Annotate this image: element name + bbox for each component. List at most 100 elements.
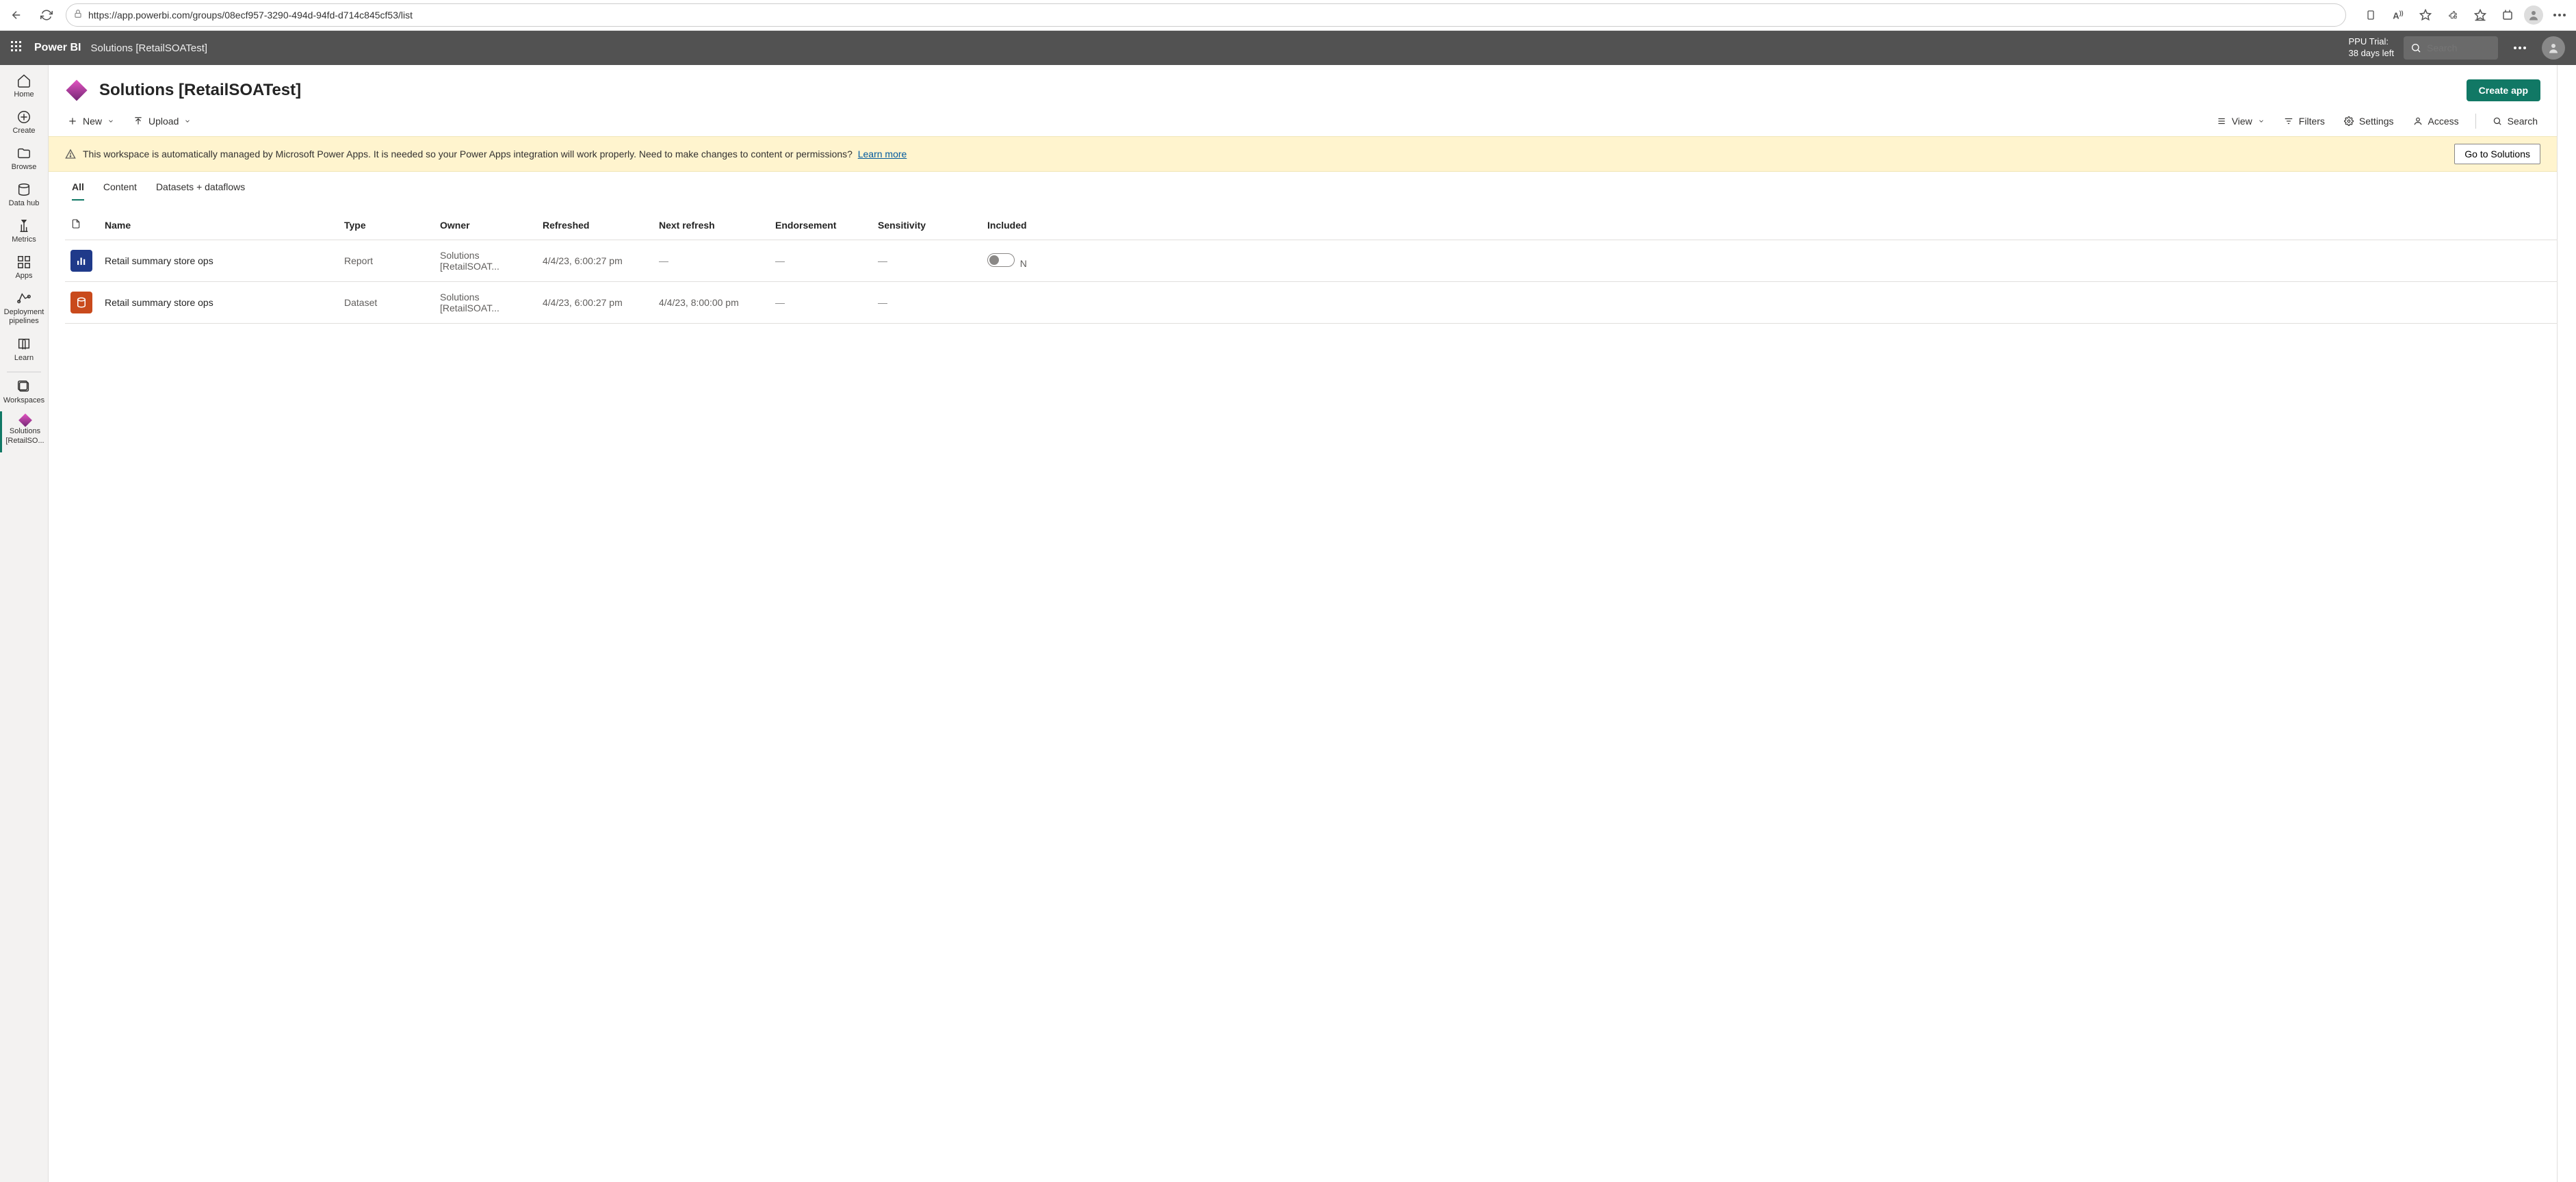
more-options-icon[interactable] xyxy=(2508,36,2532,60)
cell-sensitivity: — xyxy=(872,282,982,324)
col-name[interactable]: Name xyxy=(99,210,339,240)
go-to-solutions-button[interactable]: Go to Solutions xyxy=(2454,144,2540,164)
url-input[interactable] xyxy=(88,10,2339,21)
workspace-icon xyxy=(18,413,32,427)
extensions-icon[interactable] xyxy=(2442,4,2464,26)
profile-avatar[interactable] xyxy=(2524,5,2543,25)
learn-more-link[interactable]: Learn more xyxy=(858,149,907,159)
main-content: Solutions [RetailSOATest] Create app New… xyxy=(49,65,2557,1182)
nav-current-workspace[interactable]: Solutions [RetailSO... xyxy=(0,411,48,452)
col-owner[interactable]: Owner xyxy=(434,210,537,240)
warning-icon xyxy=(65,149,76,159)
col-next-refresh[interactable]: Next refresh xyxy=(653,210,770,240)
page-title: Solutions [RetailSOATest] xyxy=(99,81,301,100)
nav-apps[interactable]: Apps xyxy=(0,250,48,287)
url-bar[interactable] xyxy=(66,3,2346,27)
upload-button[interactable]: Upload xyxy=(131,113,194,129)
nav-metrics[interactable]: Metrics xyxy=(0,214,48,250)
cell-endorsement: — xyxy=(770,240,872,282)
nav-workspaces[interactable]: Workspaces xyxy=(0,375,48,411)
nav-data-hub[interactable]: Data hub xyxy=(0,178,48,214)
nav-create-label: Create xyxy=(12,127,35,135)
file-icon xyxy=(70,218,81,229)
more-icon[interactable] xyxy=(2549,4,2571,26)
global-search-input[interactable] xyxy=(2427,42,2482,53)
nav-apps-label: Apps xyxy=(15,272,32,280)
nav-deployment-pipelines[interactable]: Deployment pipelines xyxy=(0,287,48,333)
trial-status: PPU Trial: 38 days left xyxy=(2349,36,2395,60)
favorites-icon[interactable] xyxy=(2469,4,2491,26)
search-button[interactable]: Search xyxy=(2490,113,2540,129)
search-icon xyxy=(2410,42,2421,53)
right-sidebar-collapsed xyxy=(2557,65,2576,1182)
item-type-icon xyxy=(70,292,92,313)
nav-datahub-label: Data hub xyxy=(9,199,40,207)
back-button[interactable] xyxy=(5,4,27,26)
nav-home[interactable]: Home xyxy=(0,69,48,105)
col-type[interactable]: Type xyxy=(339,210,434,240)
read-aloud-icon[interactable]: A)) xyxy=(2387,4,2409,26)
cell-endorsement: — xyxy=(770,282,872,324)
cell-owner: Solutions [RetailSOAT... xyxy=(434,282,537,324)
breadcrumb[interactable]: Solutions [RetailSOATest] xyxy=(90,42,207,54)
browser-chrome: A)) xyxy=(0,0,2576,31)
info-banner: This workspace is automatically managed … xyxy=(49,136,2557,172)
view-button[interactable]: View xyxy=(2214,113,2267,129)
plus-icon xyxy=(68,116,77,126)
tab-all[interactable]: All xyxy=(72,181,84,201)
chevron-down-icon xyxy=(184,118,191,125)
table-row[interactable]: Retail summary store opsDatasetSolutions… xyxy=(65,282,2557,324)
app-topbar: Power BI Solutions [RetailSOATest] PPU T… xyxy=(0,31,2576,65)
banner-text: This workspace is automatically managed … xyxy=(83,149,853,159)
col-endorsement[interactable]: Endorsement xyxy=(770,210,872,240)
nav-browse-label: Browse xyxy=(12,163,37,171)
cell-type: Report xyxy=(339,240,434,282)
tab-datasets-dataflows[interactable]: Datasets + dataflows xyxy=(156,181,245,201)
tabs: All Content Datasets + dataflows xyxy=(49,172,2557,201)
cell-refreshed: 4/4/23, 6:00:27 pm xyxy=(537,240,653,282)
included-toggle[interactable] xyxy=(987,253,1015,267)
cell-type: Dataset xyxy=(339,282,434,324)
cell-next-refresh: 4/4/23, 8:00:00 pm xyxy=(653,282,770,324)
list-icon xyxy=(2217,116,2226,126)
collections-icon[interactable] xyxy=(2497,4,2519,26)
cell-name[interactable]: Retail summary store ops xyxy=(99,282,339,324)
nav-learn[interactable]: Learn xyxy=(0,333,48,369)
nav-create[interactable]: Create xyxy=(0,105,48,142)
nav-browse[interactable]: Browse xyxy=(0,142,48,178)
nav-learn-label: Learn xyxy=(14,354,34,362)
create-app-button[interactable]: Create app xyxy=(2467,79,2540,101)
cell-included[interactable]: N xyxy=(982,240,2557,282)
workspace-header-icon xyxy=(66,79,87,101)
filter-icon xyxy=(2284,116,2293,126)
col-refreshed[interactable]: Refreshed xyxy=(537,210,653,240)
left-nav: Home Create Browse Data hub Metrics Apps… xyxy=(0,65,49,1182)
person-icon xyxy=(2413,116,2423,126)
gear-icon xyxy=(2344,116,2354,126)
account-avatar[interactable] xyxy=(2542,36,2565,60)
items-table: Name Type Owner Refreshed Next refresh E… xyxy=(65,210,2557,324)
access-button[interactable]: Access xyxy=(2410,113,2462,129)
cell-included[interactable] xyxy=(982,282,2557,324)
filters-button[interactable]: Filters xyxy=(2281,113,2328,129)
settings-button[interactable]: Settings xyxy=(2341,113,2397,129)
toolbar: New Upload View Filters Settings xyxy=(49,110,2557,136)
star-icon[interactable] xyxy=(2415,4,2436,26)
search-icon xyxy=(2493,116,2502,126)
global-search[interactable] xyxy=(2404,36,2498,60)
nav-current-ws-label-2: [RetailSO... xyxy=(5,437,44,446)
chevron-down-icon xyxy=(2258,118,2265,125)
col-sensitivity[interactable]: Sensitivity xyxy=(872,210,982,240)
refresh-button[interactable] xyxy=(36,4,57,26)
tab-content[interactable]: Content xyxy=(103,181,137,201)
table-row[interactable]: Retail summary store opsReportSolutions … xyxy=(65,240,2557,282)
app-mode-icon[interactable] xyxy=(2360,4,2382,26)
col-included[interactable]: Included xyxy=(982,210,2557,240)
new-button[interactable]: New xyxy=(65,113,117,129)
nav-current-ws-label-1: Solutions xyxy=(5,427,44,436)
app-launcher-icon[interactable] xyxy=(11,41,25,55)
cell-name[interactable]: Retail summary store ops xyxy=(99,240,339,282)
nav-home-label: Home xyxy=(14,90,34,99)
cell-sensitivity: — xyxy=(872,240,982,282)
cell-owner: Solutions [RetailSOAT... xyxy=(434,240,537,282)
